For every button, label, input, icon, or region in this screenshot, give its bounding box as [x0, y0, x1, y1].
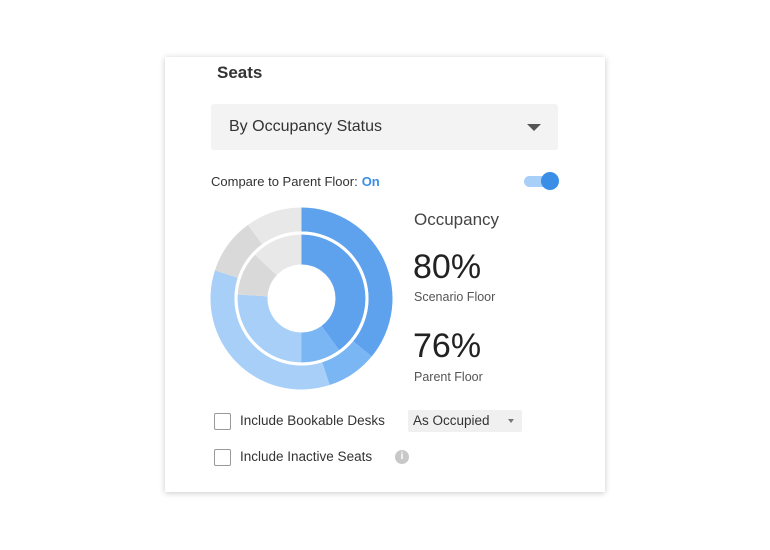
- occupancy-title: Occupancy: [414, 210, 500, 229]
- parent-floor-label: Parent Floor: [414, 370, 483, 384]
- bookable-desks-label: Include Bookable Desks: [240, 413, 385, 428]
- chevron-down-icon: [527, 124, 541, 131]
- inactive-seats-row: Include Inactive Seats i: [214, 447, 434, 469]
- scenario-floor-label: Scenario Floor: [414, 290, 496, 304]
- bookable-desks-checkbox[interactable]: [214, 413, 231, 430]
- dropdown-selected-value: By Occupancy Status: [229, 118, 382, 135]
- compare-to-parent-row: Compare to Parent Floor: On: [211, 174, 380, 189]
- toggle-knob: [541, 172, 559, 190]
- bookable-desks-select-value: As Occupied: [413, 413, 490, 428]
- seats-panel: Seats By Occupancy Status Compare to Par…: [165, 57, 605, 492]
- compare-state: On: [361, 174, 380, 189]
- inactive-seats-label: Include Inactive Seats: [240, 449, 373, 464]
- scenario-occupancy-value: 80%: [413, 248, 482, 286]
- info-icon[interactable]: i: [395, 450, 409, 464]
- bookable-desks-row: Include Bookable Desks As Occupied: [214, 410, 534, 433]
- compare-toggle[interactable]: [524, 172, 560, 190]
- compare-label: Compare to Parent Floor:: [211, 174, 358, 189]
- bookable-desks-select[interactable]: As Occupied: [408, 410, 522, 432]
- occupancy-status-dropdown[interactable]: By Occupancy Status: [211, 104, 558, 150]
- occupancy-donut-chart: [210, 207, 393, 390]
- panel-title: Seats: [217, 63, 263, 82]
- parent-occupancy-value: 76%: [413, 327, 482, 365]
- caret-down-icon: [508, 419, 514, 423]
- inactive-seats-checkbox[interactable]: [214, 449, 231, 466]
